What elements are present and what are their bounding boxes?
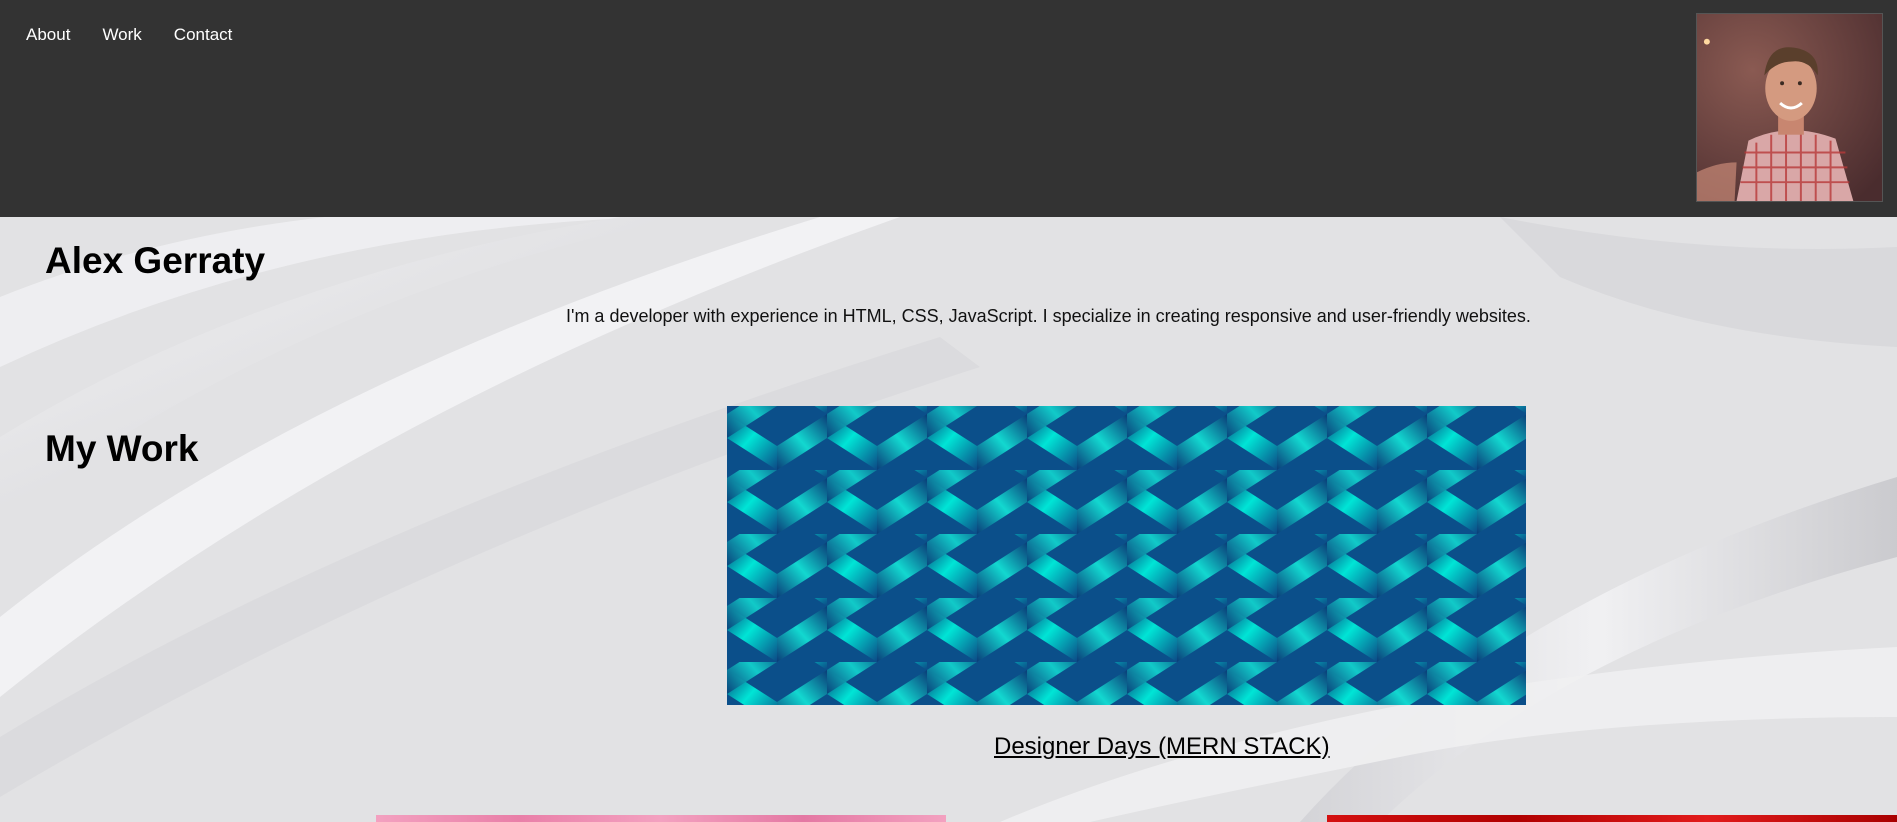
nav-link-work[interactable]: Work (102, 25, 141, 45)
site-header: About Work Contact (0, 0, 1897, 217)
bio-text: I'm a developer with experience in HTML,… (566, 306, 1531, 326)
nav-link-contact[interactable]: Contact (174, 25, 233, 45)
page-title: Alex Gerraty (45, 240, 266, 281)
project-link-designer-days[interactable]: Designer Days (MERN STACK) (994, 733, 1330, 761)
nav-link-about[interactable]: About (26, 25, 70, 45)
project-image[interactable] (727, 406, 1526, 705)
main-nav: About Work Contact (26, 25, 232, 45)
woven-pattern-image (727, 406, 1526, 705)
project-thumbnail-red[interactable] (1327, 815, 1897, 822)
project-thumbnail-pink[interactable] (376, 815, 946, 822)
profile-photo (1697, 14, 1882, 201)
avatar (1696, 13, 1883, 202)
my-work-heading: My Work (45, 428, 199, 469)
